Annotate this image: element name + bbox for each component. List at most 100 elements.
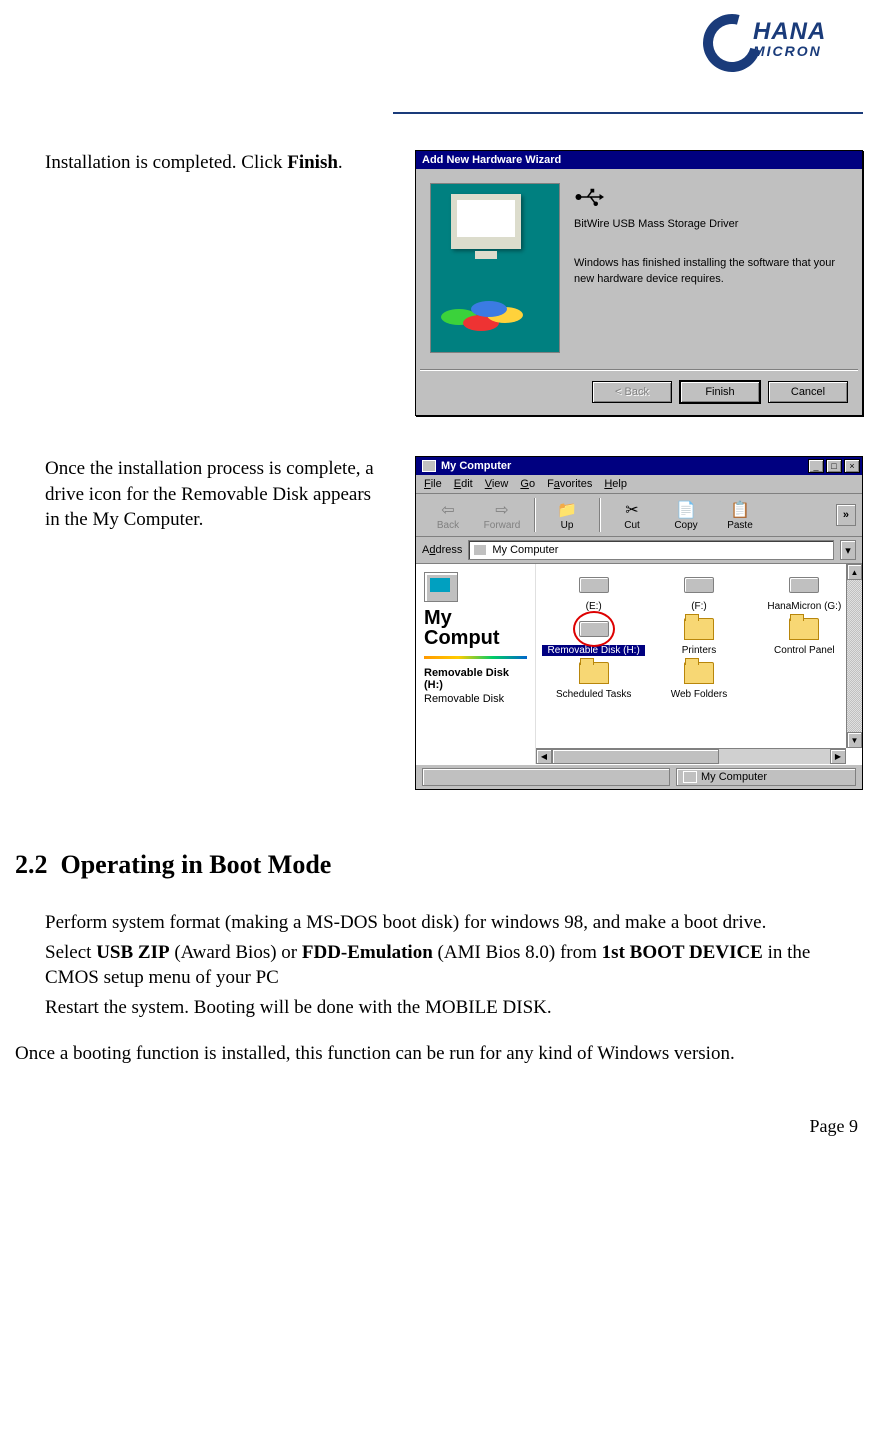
status-cell-left [422,768,670,786]
up-folder-icon: 📁 [556,500,578,520]
bullet-icon [15,940,45,991]
usb-icon [574,187,604,207]
cancel-button[interactable]: Cancel [768,381,848,403]
toolbar-more[interactable]: » [836,504,856,526]
hana-logo: HANA MICRON [703,10,863,85]
step1-text-post: . [338,152,343,173]
menu-edit[interactable]: Edit [454,478,473,490]
item-label: Control Panel [753,645,856,656]
section-title-text: Operating in Boot Mode [61,850,332,879]
logo-text-line1: HANA [753,20,826,44]
drive-item[interactable]: HanaMicron (G:) [753,572,856,612]
copy-icon: 📄 [675,500,697,520]
item-label: HanaMicron (G:) [753,601,856,612]
toolbar-paste[interactable]: 📋Paste [714,500,766,531]
menu-go[interactable]: Go [520,478,535,490]
finish-button[interactable]: Finish [680,381,760,403]
window-titlebar[interactable]: My Computer _ □ × [416,457,862,475]
scroll-left-icon[interactable]: ◀ [536,749,552,764]
item-label: (E:) [542,601,645,612]
scroll-thumb[interactable] [552,749,719,764]
item-label: Web Folders [647,689,750,700]
explorer-side-panel: My Comput Removable Disk (H:) Removable … [416,564,536,764]
side-title: My Comput [424,608,527,648]
step2-text: Once the installation process is complet… [45,456,385,533]
hardware-wizard-dialog: Add New Hardware Wizard BitWire USB Mass… [415,150,863,416]
address-field[interactable]: My Computer [468,540,834,560]
my-computer-icon [683,771,697,783]
side-selection-title: Removable Disk (H:) [424,667,527,691]
status-cell-right: My Computer [676,768,856,786]
explorer-content: (E:)(F:)HanaMicron (G:) Removable Disk (H… [536,564,862,764]
instruction-item: Once the installation process is complet… [15,456,385,533]
horizontal-scrollbar[interactable]: ◀ ▶ [536,748,846,764]
menu-view[interactable]: View [485,478,509,490]
close-button[interactable]: × [844,459,860,473]
side-gradient-bar [424,656,527,659]
folder-icon [684,662,714,684]
my-computer-icon [473,544,487,556]
closing-paragraph: Once a booting function is installed, th… [15,1041,863,1067]
drive-item[interactable]: (E:) [542,572,645,612]
cut-icon: ✂ [621,500,643,520]
discs-icon [441,297,531,337]
folder-item[interactable]: Web Folders [647,660,750,700]
scroll-right-icon[interactable]: ▶ [830,749,846,764]
removable-disk-item[interactable]: Removable Disk (H:) [542,616,645,656]
wizard-titlebar[interactable]: Add New Hardware Wizard [416,151,862,169]
boot-step2-b3: 1st BOOT DEVICE [602,942,763,963]
folder-icon [579,662,609,684]
folder-item[interactable]: Printers [647,616,750,656]
address-dropdown[interactable]: ▾ [840,540,856,560]
drive-icon [684,577,714,593]
drive-icon [789,577,819,593]
toolbar-forward: ⇨Forward [476,500,528,531]
boot-step-item: Perform system format (making a MS-DOS b… [15,910,863,936]
step1-text-bold: Finish [287,152,338,173]
drive-icon [579,577,609,593]
folder-item[interactable]: Scheduled Tasks [542,660,645,700]
bullet-icon [15,150,45,176]
scroll-down-icon[interactable]: ▼ [847,732,862,748]
paste-icon: 📋 [729,500,751,520]
menu-favorites[interactable]: Favorites [547,478,592,490]
minimize-button[interactable]: _ [808,459,824,473]
item-label: (F:) [647,601,750,612]
folder-icon [789,618,819,640]
toolbar-up[interactable]: 📁Up [541,500,593,531]
my-computer-window: My Computer _ □ × File Edit View Go Favo… [415,456,863,790]
folder-item[interactable]: Control Panel [753,616,856,656]
item-label: Scheduled Tasks [542,689,645,700]
boot-step2-mid2: (AMI Bios 8.0) from [433,942,602,963]
boot-step1-text: Perform system format (making a MS-DOS b… [45,910,863,936]
address-value: My Computer [492,544,558,556]
bullet-icon [15,456,45,533]
boot-step2-b2: FDD-Emulation [302,942,433,963]
drive-item[interactable]: (F:) [647,572,750,612]
maximize-button[interactable]: □ [826,459,842,473]
toolbar-separator [534,498,535,532]
page-header: HANA MICRON [15,10,863,110]
boot-step-item: Select USB ZIP (Award Bios) or FDD-Emula… [15,940,863,991]
logo-text-line2: MICRON [753,44,826,58]
boot-step2-b1: USB ZIP [96,942,169,963]
drive-icon [579,621,609,637]
boot-step-item: Restart the system. Booting will be done… [15,995,863,1021]
wizard-message: Windows has finished installing the soft… [574,256,848,287]
vertical-scrollbar[interactable]: ▲ ▼ [846,564,862,748]
menu-help[interactable]: Help [604,478,627,490]
my-computer-large-icon [424,572,458,602]
boot-step2-pre: Select [45,942,96,963]
menu-file[interactable]: File [424,478,442,490]
item-label: Removable Disk (H:) [542,645,645,656]
toolbar-cut[interactable]: ✂Cut [606,500,658,531]
scroll-up-icon[interactable]: ▲ [847,564,862,580]
toolbar-copy[interactable]: 📄Copy [660,500,712,531]
status-bar: My Computer [416,764,862,789]
side-selection-sub: Removable Disk [424,693,527,705]
address-bar: Address My Computer ▾ [416,537,862,564]
forward-arrow-icon: ⇨ [491,500,513,520]
boot-step3-text: Restart the system. Booting will be done… [45,995,863,1021]
header-rule [393,112,863,114]
instruction-item: Installation is completed. Click Finish. [15,150,385,176]
